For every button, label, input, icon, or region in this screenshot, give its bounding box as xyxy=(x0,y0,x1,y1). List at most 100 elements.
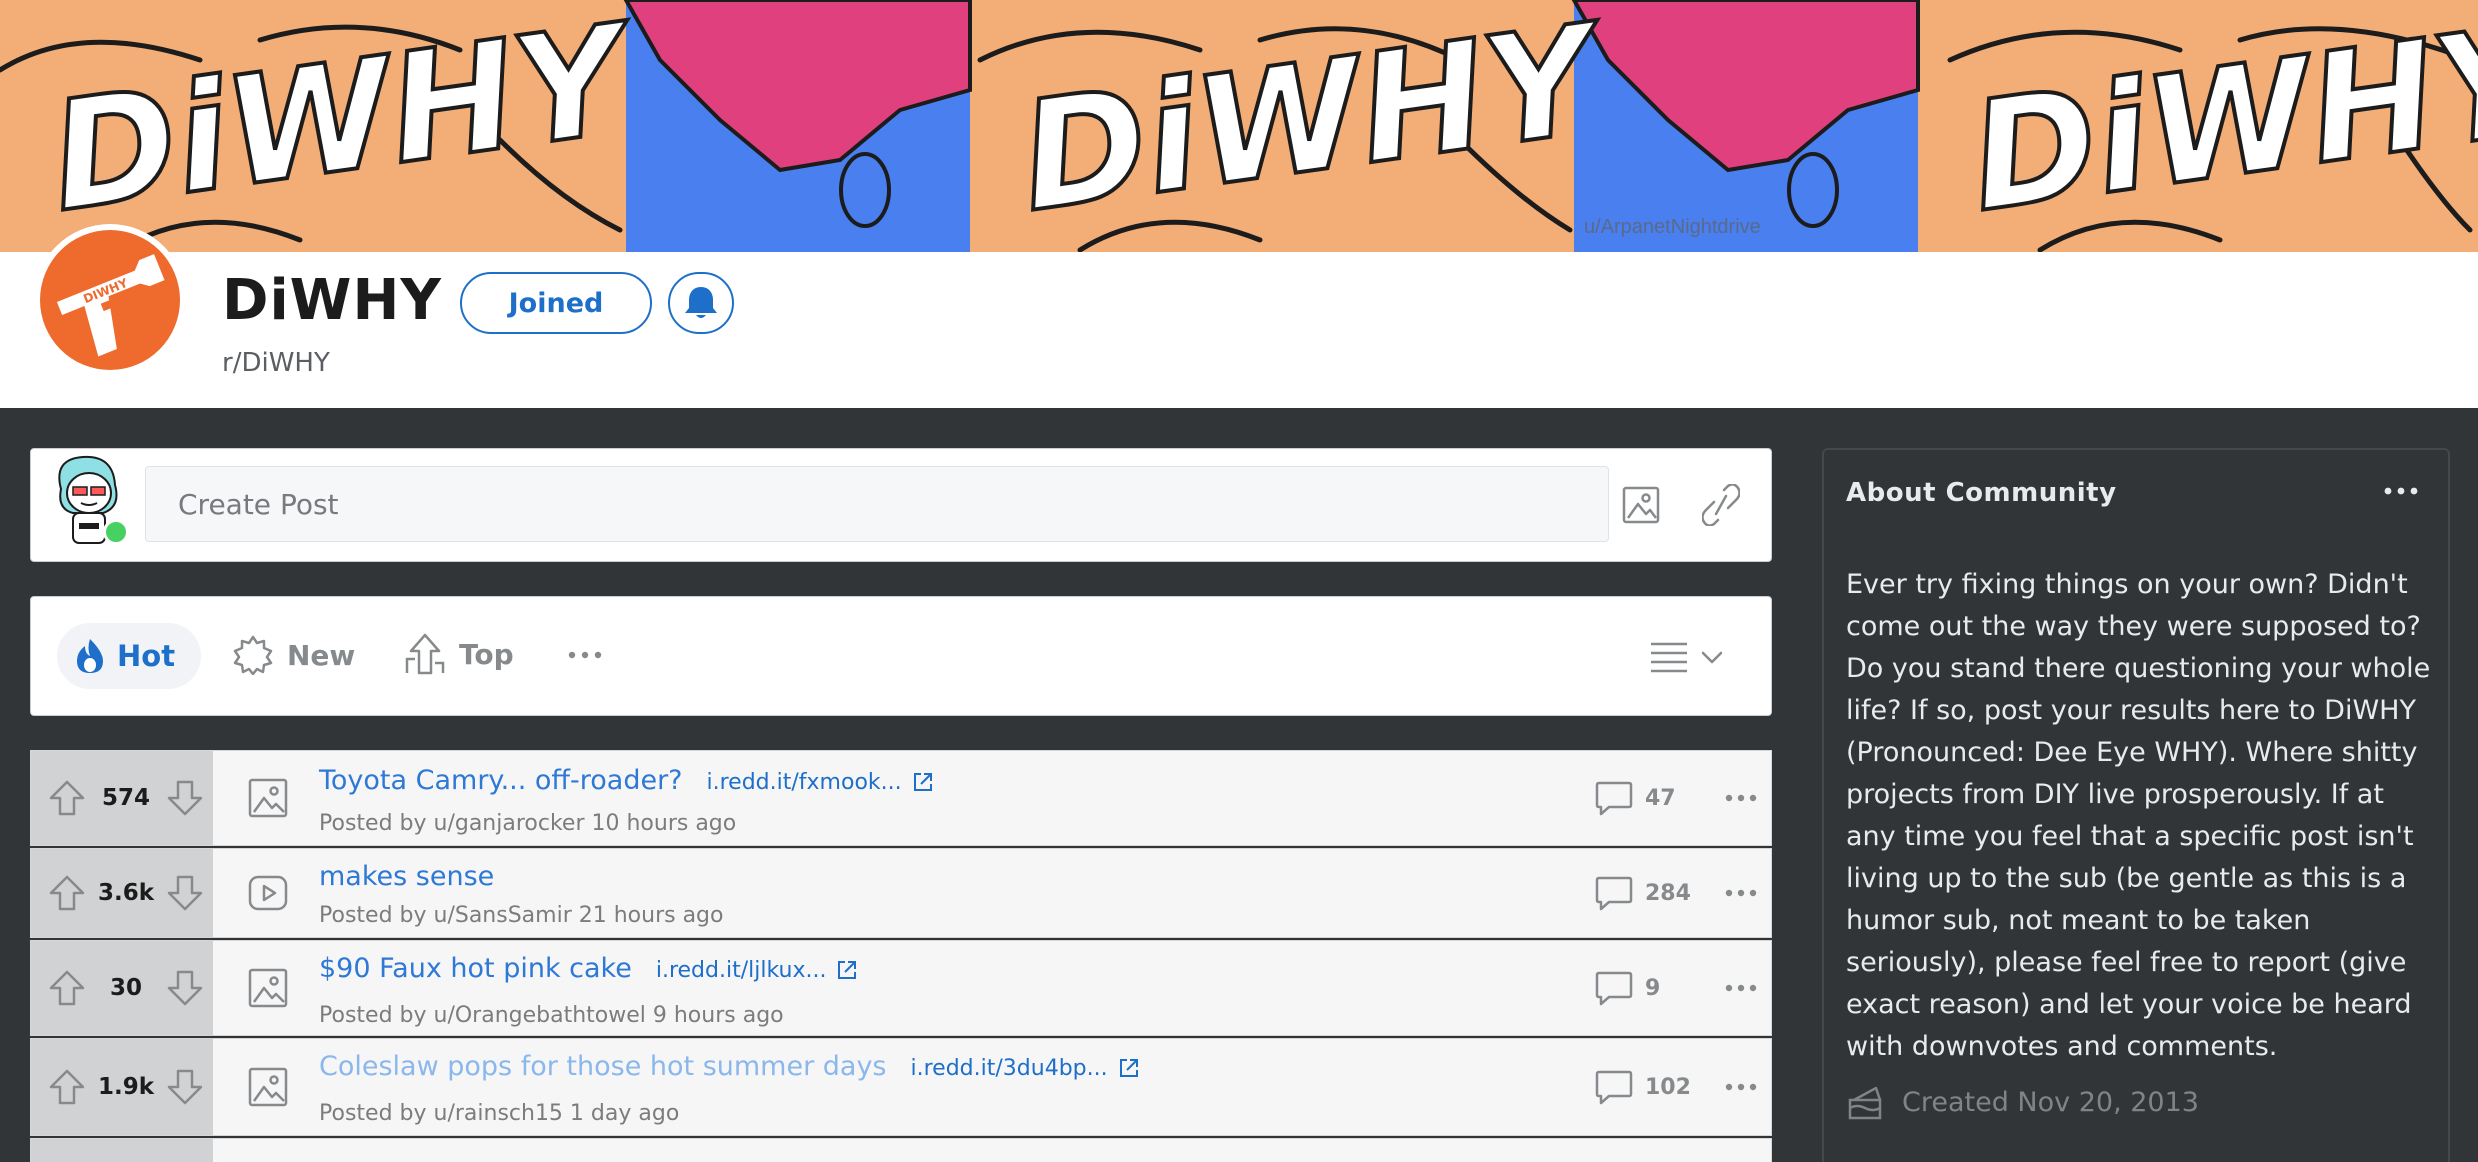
banner-artwork: DiWHY DiWHY DiWHY xyxy=(0,0,2478,252)
create-link-post-button[interactable] xyxy=(1691,477,1751,533)
more-dots-icon xyxy=(1725,889,1757,897)
post-item[interactable]: 30 $90 Faux hot pink cake i.redd.it/ljlku… xyxy=(30,940,1772,1036)
post-domain-link[interactable]: i.redd.it/ljlkux... xyxy=(656,958,827,983)
about-more-button[interactable] xyxy=(2376,476,2426,506)
vote-column: 30 xyxy=(31,941,213,1035)
online-status-dot xyxy=(103,519,129,545)
cake-icon xyxy=(1848,1086,1882,1120)
flame-icon xyxy=(77,639,103,673)
more-dots-icon xyxy=(1725,1083,1757,1091)
post-meta: Posted by u/rainsch15 1 day ago xyxy=(319,1101,680,1126)
comments-button[interactable]: 9 xyxy=(1595,970,1660,1006)
top-chart-icon xyxy=(405,633,445,675)
post-more-button[interactable] xyxy=(1721,1072,1761,1102)
post-thumbnail[interactable] xyxy=(243,1062,293,1112)
post-item[interactable]: 3.6k makes sense Posted by u/SansSamir 2… xyxy=(30,848,1772,938)
more-dots-icon xyxy=(568,651,602,659)
sort-top-label: Top xyxy=(459,637,514,671)
post-thumbnail[interactable] xyxy=(243,868,293,918)
image-icon xyxy=(248,778,288,818)
upvote-button[interactable] xyxy=(47,873,87,913)
community-created: Created Nov 20, 2013 xyxy=(1846,1084,2199,1120)
vote-column xyxy=(31,1139,213,1162)
post-title: $90 Faux hot pink cake xyxy=(319,953,632,984)
comments-button[interactable]: 102 xyxy=(1595,1069,1691,1105)
comment-icon xyxy=(1595,781,1633,816)
post-title-link[interactable]: $90 Faux hot pink cake i.redd.it/ljlkux..… xyxy=(319,953,858,984)
comment-icon xyxy=(1595,1070,1633,1105)
sort-more-button[interactable] xyxy=(559,631,611,679)
sort-hot-label: Hot xyxy=(117,639,176,673)
create-image-post-button[interactable] xyxy=(1611,477,1671,533)
post-item[interactable] xyxy=(30,1138,1772,1162)
notification-button[interactable] xyxy=(668,272,734,334)
post-more-button[interactable] xyxy=(1721,973,1761,1003)
joined-button[interactable]: Joined xyxy=(460,272,652,334)
post-title-link[interactable]: Coleslaw pops for those hot summer days i… xyxy=(319,1051,1140,1082)
upvote-button[interactable] xyxy=(47,778,87,818)
about-community-widget: About Community Ever try fixing things o… xyxy=(1822,448,2450,1162)
post-thumbnail[interactable] xyxy=(243,963,293,1013)
vote-count: 30 xyxy=(109,975,142,1001)
video-icon xyxy=(248,875,288,911)
post-thumbnail[interactable] xyxy=(243,773,293,823)
link-icon xyxy=(1702,484,1740,526)
sort-hot-button[interactable]: Hot xyxy=(57,623,201,689)
post-title: Coleslaw pops for those hot summer days xyxy=(319,1051,887,1082)
vote-column: 574 xyxy=(31,751,213,845)
post-title-link[interactable]: Toyota Camry... off-roader? i.redd.it/fxm… xyxy=(319,765,934,796)
vote-count: 574 xyxy=(101,785,150,811)
downvote-button[interactable] xyxy=(165,1067,205,1107)
comment-icon xyxy=(1595,876,1633,911)
vote-count: 1.9k xyxy=(97,1074,155,1100)
image-icon xyxy=(1622,486,1660,524)
post-title-link[interactable]: makes sense xyxy=(319,861,494,892)
sort-bar: Hot New Top xyxy=(30,596,1772,716)
downvote-button[interactable] xyxy=(165,873,205,913)
view-switch-button[interactable] xyxy=(1649,633,1739,683)
downvote-button[interactable] xyxy=(165,778,205,818)
about-title: About Community xyxy=(1846,478,2117,508)
downvote-arrow-icon xyxy=(167,780,203,816)
page-title: DiWHY xyxy=(222,268,442,333)
list-view-icon xyxy=(1651,642,1687,673)
post-domain-link[interactable]: i.redd.it/3du4bp... xyxy=(911,1056,1108,1081)
comments-button[interactable]: 284 xyxy=(1595,875,1691,911)
downvote-arrow-icon xyxy=(167,1069,203,1105)
post-meta: Posted by u/Orangebathtowel 9 hours ago xyxy=(319,1003,784,1028)
post-meta: Posted by u/SansSamir 21 hours ago xyxy=(319,903,724,928)
downvote-arrow-icon xyxy=(167,970,203,1006)
community-banner: DiWHY DiWHY DiWHY u/ArpanetNightdrive xyxy=(0,0,2478,252)
sort-top-button[interactable]: Top xyxy=(405,633,514,675)
comment-count: 47 xyxy=(1645,785,1676,811)
upvote-arrow-icon xyxy=(49,970,85,1006)
create-post-input[interactable]: Create Post xyxy=(145,466,1609,542)
post-item[interactable]: 574 Toyota Camry... off-roader? i.redd.it… xyxy=(30,750,1772,846)
glue-gun-icon: DIWHY xyxy=(56,254,165,357)
comment-icon xyxy=(1595,971,1633,1006)
community-avatar: DIWHY xyxy=(40,230,180,370)
upvote-button[interactable] xyxy=(47,968,87,1008)
post-domain-link[interactable]: i.redd.it/fxmook... xyxy=(707,770,902,795)
external-link-icon xyxy=(913,772,932,791)
downvote-arrow-icon xyxy=(167,875,203,911)
vote-count: 3.6k xyxy=(97,880,155,906)
post-more-button[interactable] xyxy=(1721,878,1761,908)
post-list: 574 Toyota Camry... off-roader? i.redd.it… xyxy=(30,750,1772,1162)
sort-new-button[interactable]: New xyxy=(233,635,355,675)
burst-icon xyxy=(233,635,273,675)
post-item[interactable]: 1.9k Coleslaw pops for those hot summer … xyxy=(30,1038,1772,1136)
comments-button[interactable]: 47 xyxy=(1595,780,1676,816)
post-title: makes sense xyxy=(319,861,495,892)
image-icon xyxy=(248,968,288,1008)
upvote-arrow-icon xyxy=(49,780,85,816)
external-link-icon xyxy=(1119,1058,1138,1077)
created-date: Created Nov 20, 2013 xyxy=(1902,1086,2199,1118)
upvote-arrow-icon xyxy=(49,1069,85,1105)
comment-count: 102 xyxy=(1645,1074,1691,1100)
downvote-button[interactable] xyxy=(165,968,205,1008)
post-more-button[interactable] xyxy=(1721,783,1761,813)
comment-count: 9 xyxy=(1645,975,1661,1001)
upvote-button[interactable] xyxy=(47,1067,87,1107)
more-dots-icon xyxy=(1725,794,1757,802)
